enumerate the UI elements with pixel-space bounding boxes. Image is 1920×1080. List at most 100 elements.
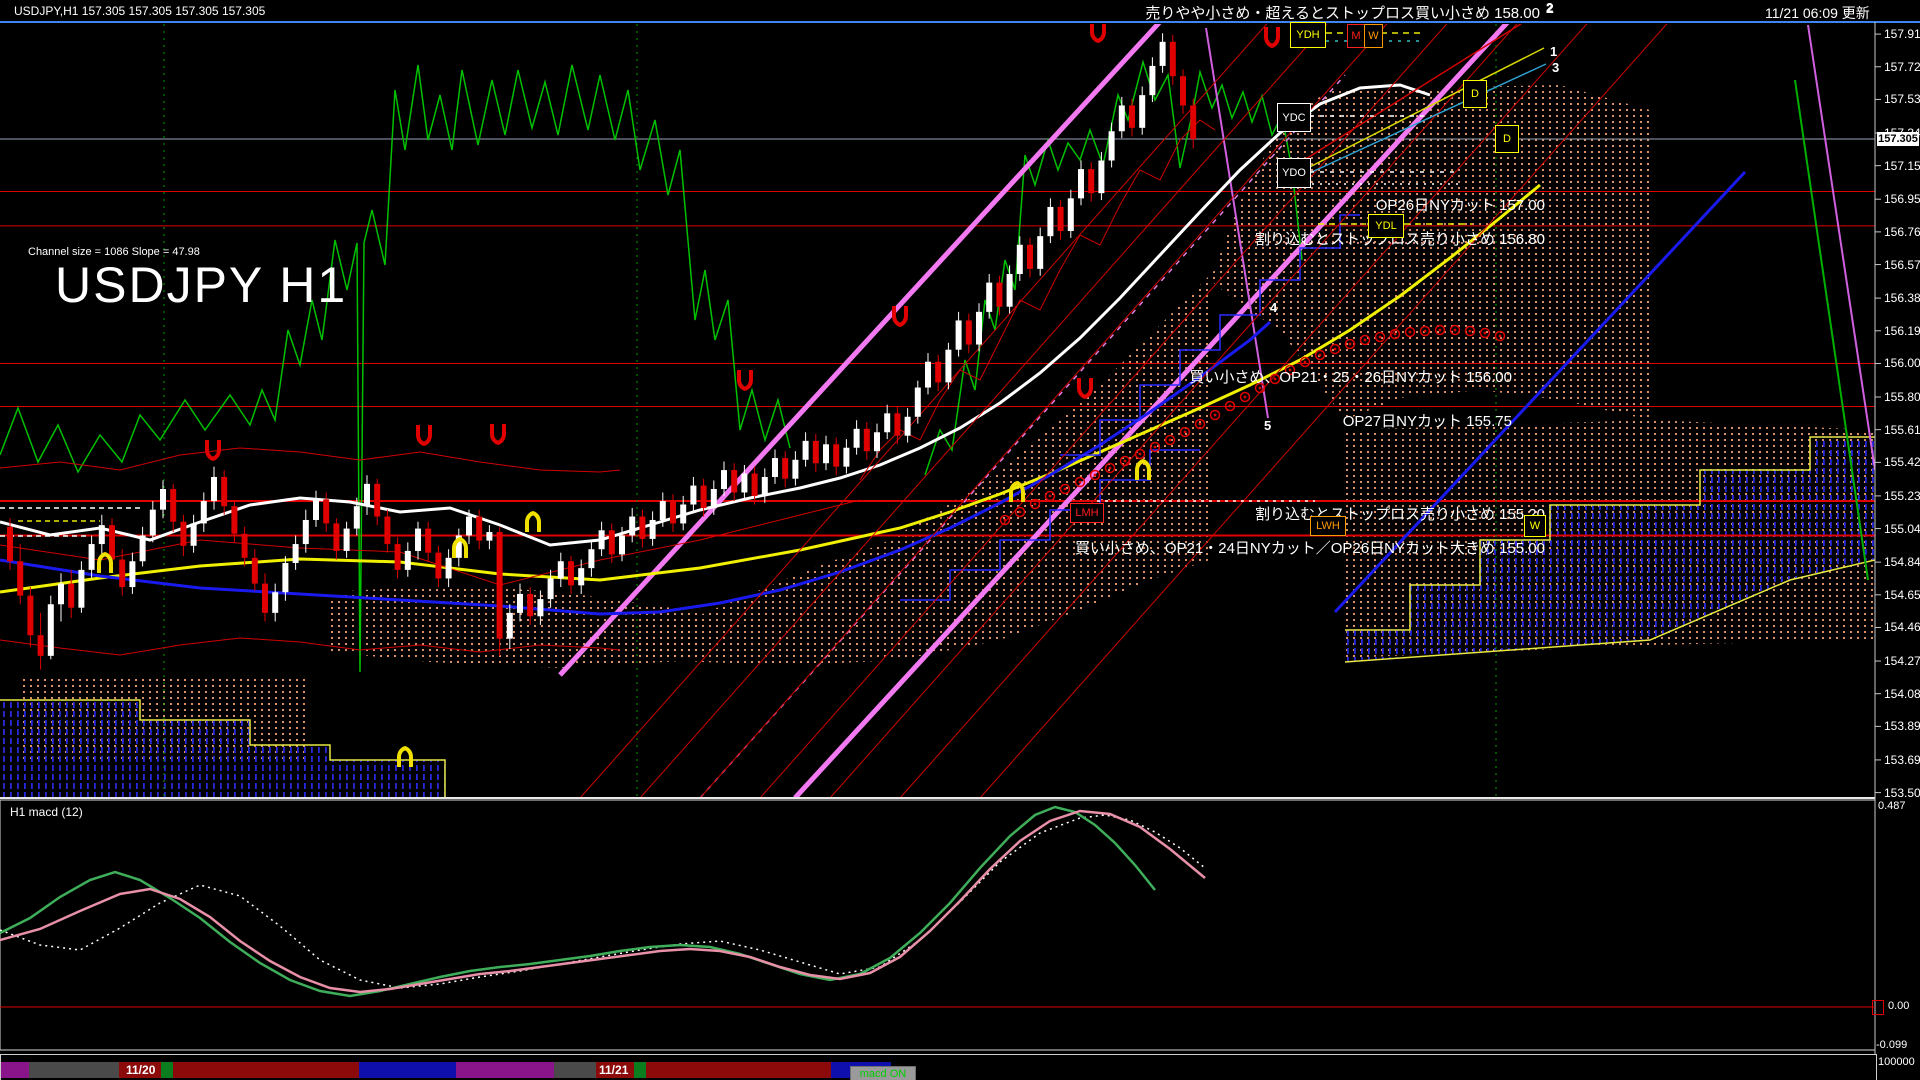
candle-body — [252, 558, 258, 584]
candle-body — [384, 517, 390, 545]
candle-body — [599, 530, 605, 549]
candle-body — [313, 499, 319, 520]
marker-box-ydc: YDC — [1277, 103, 1311, 132]
candle-body — [639, 517, 645, 539]
candle-body — [303, 520, 309, 544]
candle-body — [1139, 95, 1145, 128]
red-fan-5 — [830, 0, 1538, 798]
candle-body — [1037, 236, 1043, 269]
red-envelope-upper-left — [0, 448, 620, 472]
sar-dot — [1139, 453, 1142, 456]
candle-body — [905, 417, 911, 436]
sar-dot — [1334, 348, 1337, 351]
candle-body — [1109, 131, 1115, 160]
sar-dot — [1214, 414, 1217, 417]
candle-body — [89, 544, 95, 570]
candle-body — [966, 320, 972, 344]
trendline-number-5: 5 — [1264, 418, 1271, 433]
macd-signal-dotted — [0, 815, 1205, 988]
candle-body — [58, 584, 64, 605]
candle-body — [405, 551, 411, 570]
macd-line-pink — [0, 811, 1205, 992]
candle-body — [68, 584, 74, 608]
candle-body — [497, 532, 503, 639]
candle-body — [1017, 245, 1023, 274]
marker-box-w: W — [1524, 515, 1546, 537]
sell-signal-icon — [737, 370, 753, 391]
sar-dot — [1454, 329, 1457, 332]
candle-body — [1160, 42, 1166, 66]
candle-body — [78, 570, 84, 608]
trendline-number-2: 2 — [1546, 0, 1553, 15]
sell-signal-icon — [416, 425, 432, 446]
price-axis-tick: 157.915 — [1884, 27, 1920, 41]
macd-zero-value: 0.00 — [1888, 1000, 1909, 1012]
marker-box-ydo: YDO — [1277, 158, 1311, 188]
sar-dot — [1394, 333, 1397, 336]
candle-body — [823, 444, 829, 463]
candle-body — [588, 549, 594, 568]
candle-body — [395, 544, 401, 570]
candle-body — [140, 535, 146, 561]
candle-body — [976, 312, 982, 345]
sar-dot — [1049, 495, 1052, 498]
candle-body — [7, 527, 13, 561]
candle-body — [435, 553, 441, 579]
session-segment — [29, 1062, 119, 1078]
sar-dot — [1499, 335, 1502, 338]
candle-body — [701, 486, 707, 508]
macd-toggle-button[interactable]: macd ON — [850, 1066, 916, 1080]
trendline-number-3: 3 — [1552, 60, 1559, 75]
candle-body — [1129, 105, 1135, 127]
candle-body — [476, 517, 482, 541]
sell-signal-icon — [892, 306, 908, 327]
chart-title: USDJPY,H1 157.305 157.305 157.305 157.30… — [14, 4, 265, 18]
top-annotation: 売りやや小さめ・超えるとストップロス買い小さめ 158.00 — [1145, 2, 1540, 23]
candle-body — [762, 477, 768, 496]
candle-body — [425, 529, 431, 553]
candle-body — [833, 444, 839, 466]
marker-box-d: D — [1495, 125, 1519, 153]
sar-dot — [1349, 343, 1352, 346]
candle-body — [1170, 42, 1176, 76]
sar-dot — [1199, 423, 1202, 426]
candle-body — [150, 510, 156, 536]
candle-body — [1058, 207, 1064, 231]
candle-body — [1007, 274, 1013, 307]
candle-body — [507, 613, 513, 639]
candle-body — [843, 448, 849, 467]
candle-body — [945, 350, 951, 383]
candle-body — [129, 561, 135, 587]
candle-body — [782, 458, 788, 479]
price-axis-tick: 154.080 — [1884, 687, 1920, 701]
candle-body — [180, 522, 186, 546]
price-axis-tick: 154.845 — [1884, 555, 1920, 569]
candle-body — [537, 599, 543, 616]
macd-line-green — [0, 807, 1155, 996]
candle-body — [48, 604, 54, 656]
trendline-number-1: 1 — [1550, 44, 1557, 59]
candle-body — [721, 470, 727, 489]
price-axis-tick: 156.380 — [1884, 291, 1920, 305]
candle-body — [772, 458, 778, 477]
candle-body — [374, 484, 380, 517]
candle-body — [1119, 105, 1125, 131]
candle-body — [568, 561, 574, 585]
price-axis-tick: 153.695 — [1884, 753, 1920, 767]
price-axis-tick: 154.655 — [1884, 588, 1920, 602]
price-axis-tick: 156.575 — [1884, 258, 1920, 272]
candle-body — [752, 474, 758, 496]
price-axis-tick: 157.725 — [1884, 60, 1920, 74]
price-axis-tick: 157.535 — [1884, 92, 1920, 106]
candle-body — [1047, 207, 1053, 236]
sell-signal-icon — [1090, 22, 1106, 43]
chart-canvas[interactable] — [0, 0, 1920, 1080]
candle-body — [609, 530, 615, 554]
candle-body — [333, 523, 339, 551]
price-axis-tick: 153.505 — [1884, 786, 1920, 800]
level-annotation: 買い小さめ、OP21・25・26日NYカット 156.00 — [1189, 366, 1512, 387]
candle-body — [854, 429, 860, 448]
sar-dot — [1319, 354, 1322, 357]
session-segment — [456, 1062, 554, 1078]
candle-body — [221, 477, 227, 506]
